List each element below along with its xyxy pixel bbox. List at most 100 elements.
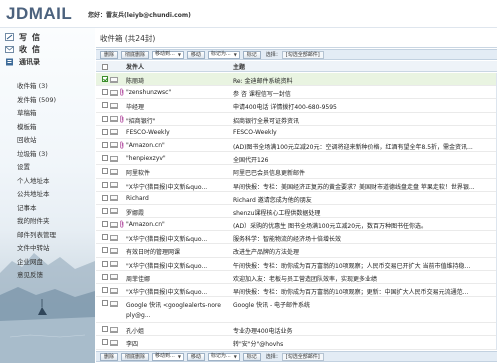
move-button[interactable]: 移动 [186,50,205,59]
row-sender[interactable]: "X华宁(猎目报)中文新&quo... [126,287,230,296]
select-all-checkbox[interactable] [102,64,108,70]
mail-row[interactable]: 罗娜霞 shenzu课程核心工程供数据处理 [96,205,497,219]
mail-row[interactable]: "X华宁(猎目报)中文新&quo... 服务科学：智能物流的经济场十倍增长效 [96,231,497,245]
row-checkbox[interactable] [102,260,108,267]
mail-row[interactable]: 毕经理 申请400电话 详情拨打400-680-9595 [96,99,497,113]
sidebar-item-feedback[interactable]: 意见反馈 [17,269,56,283]
row-checkbox[interactable] [102,273,108,280]
mail-row[interactable]: 孔小姐 专业办理400电话业务 [96,323,497,337]
delete-permanently-button-bottom[interactable]: 彻底删除 [121,352,150,361]
mail-row[interactable]: 周菲佳娜 欢迎加入友：老板与员工营造团队效率，实现更多业绩 [96,271,497,284]
compose-button[interactable]: 写信 [5,31,45,43]
delete-button[interactable]: 删除 [100,50,119,59]
mark-button-bottom[interactable]: 标记 [242,352,261,361]
sidebar-item-settings[interactable]: 设置 [17,161,56,175]
row-sender[interactable]: 李四 [126,339,230,348]
column-sender[interactable]: 发件人 [126,62,144,71]
select-all-link-bottom[interactable]: [勾选全部邮件] [281,352,324,361]
row-subject[interactable]: 全国代开126 [233,155,495,164]
row-subject[interactable]: Google 快讯 - 电子邮件系统 [233,300,495,309]
row-sender[interactable]: "Amazon.cn" [126,142,230,149]
row-subject[interactable]: 早间快报：专栏：助你成为百万富翁的10项观察；更新：中国扩大人民币交易元流通范.… [233,287,495,296]
row-sender[interactable]: "X华宁(猎目报)中文新&quo... [126,182,230,191]
row-subject[interactable]: 午间快报：专栏：助你成为百万富翁的10项观察；人民币交易已开扩大 当前市值维持稳… [233,261,495,270]
row-checkbox[interactable] [102,326,108,333]
row-sender[interactable]: FESCO-Weekly [126,129,230,136]
row-checkbox[interactable] [102,102,108,109]
folder-inbox[interactable]: 收件箱 (3) [17,80,56,94]
mail-row[interactable]: "招商银行" 招商银行全景可证券资讯 [96,113,497,126]
row-subject[interactable]: (AD）采购的优惠生 图书全场满100元立减20元，数百万种图书任你选。 [233,221,495,230]
row-subject[interactable]: Re: 金迪邮件系统资料 [233,76,495,85]
row-checkbox[interactable] [102,128,108,135]
row-sender[interactable]: Richard [126,195,230,202]
mail-row[interactable]: "X华宁(猎目报)中文新&quo... 午间快报：专栏：助你成为百万富翁的10项观… [96,258,497,271]
row-checkbox[interactable] [102,168,108,175]
mark-button[interactable]: 标记 [242,50,261,59]
row-sender[interactable]: Google 快讯 <googlealerts-nore [126,300,230,309]
row-sender[interactable]: 有效日时的管理网课 [126,247,230,256]
mail-row[interactable]: "zenshunzwsc" 参 咨 课程信写一封信 [96,86,497,100]
row-subject[interactable]: 申请400电话 详情拨打400-680-9595 [233,102,495,111]
sidebar-item-public-addressbook[interactable]: 公共地址本 [17,188,56,202]
row-subject[interactable]: 专业办理400电话业务 [233,326,495,335]
row-subject[interactable]: 招商银行全景可证券资讯 [233,116,495,125]
row-sender[interactable]: 周菲佳娜 [126,274,230,283]
delete-permanently-button[interactable]: 彻底删除 [121,50,150,59]
row-sender[interactable]: "X华宁(猎目报)中文新&quo... [126,234,230,243]
folder-templates[interactable]: 模板箱 [17,121,56,135]
folder-trash[interactable]: 回收站 [17,134,56,148]
row-subject[interactable]: 服务科学：智能物流的经济场十倍增长效 [233,234,495,243]
row-sender[interactable]: "Amazon.cn" [126,221,230,228]
mail-row[interactable]: 有效日时的管理网课 改进生产品牌的方法处理 [96,244,497,258]
mail-row[interactable]: Google 快讯 <googlealerts-nore ply@g... Goog… [96,297,497,324]
mail-row[interactable]: Richard Richard 邀请您成为他的朋友 [96,192,497,205]
row-sender[interactable]: "招商银行" [126,116,230,125]
row-checkbox[interactable] [102,247,108,254]
move-to-select[interactable]: 移动到... ▼ [152,50,184,59]
row-checkbox[interactable] [102,194,108,201]
row-checkbox[interactable] [102,287,108,293]
mail-row[interactable]: "X华宁(猎目报)中文新&quo... 早间快报：专栏：助你成为百万富翁的10项观… [96,284,497,298]
folder-drafts[interactable]: 草稿箱 [17,107,56,121]
mark-as-select[interactable]: 标记为... ▼ [207,50,240,59]
mail-row[interactable]: 阿里软件 阿里巴巴会员信息更新邮件 [96,165,497,179]
move-button-bottom[interactable]: 移动 [186,352,205,361]
row-sender-continued[interactable]: ply@g... [126,312,230,319]
sidebar-item-file-transfer[interactable]: 文件中转站 [17,242,56,256]
receive-button[interactable]: 收信 [5,43,45,55]
mail-row[interactable]: "henpiexzyv" 全国代开126 [96,152,497,166]
row-checkbox[interactable] [102,300,108,307]
row-checkbox[interactable] [102,155,108,162]
row-checkbox[interactable] [102,115,108,122]
row-subject[interactable]: 早间快报：专栏：美国经济正复苏的黄金要求？美国财市道德线盘走盘 苹果走软！世界银… [233,182,495,191]
row-checkbox[interactable] [102,141,108,148]
row-checkbox[interactable] [102,76,108,82]
folder-sent[interactable]: 发件箱 (509) [17,94,56,108]
row-subject[interactable]: 参 咨 课程信写一封信 [233,89,495,98]
row-subject[interactable]: 改进生产品牌的方法处理 [233,247,495,256]
row-subject[interactable]: Richard 邀请您成为他的朋友 [233,195,495,204]
sidebar-item-personal-addressbook[interactable]: 个人地址本 [17,175,56,189]
row-checkbox[interactable] [102,339,108,346]
row-checkbox[interactable] [102,234,108,241]
mail-row[interactable]: 陈丽琦 Re: 金迪邮件系统资料 [96,73,497,87]
delete-button-bottom[interactable]: 删除 [100,352,119,361]
row-checkbox[interactable] [102,221,108,228]
mail-row[interactable]: 李四 转"安"分"@hovhs [96,336,497,350]
sidebar-item-cloud-drive[interactable]: 企业网盘 [17,256,56,270]
sidebar-item-notepad[interactable]: 记事本 [17,202,56,216]
mail-row[interactable]: "Amazon.cn" (AD)图书全场满100元立减20元：空调将迎来新种价格，… [96,139,497,153]
mark-as-select-bottom[interactable]: 标记为... ▼ [207,352,240,361]
contacts-button[interactable]: 通讯录 [5,56,45,68]
sidebar-item-mailing-lists[interactable]: 邮件列表管理 [17,229,56,243]
mail-row[interactable]: "Amazon.cn" (AD）采购的优惠生 图书全场满100元立减20元，数百万… [96,218,497,232]
row-checkbox[interactable] [102,207,108,214]
row-subject[interactable]: (AD)图书全场满100元立减20元：空调将迎来新种价格，红酒有望全年8.5折，… [233,142,495,151]
row-checkbox[interactable] [102,89,108,96]
folder-spam[interactable]: 垃圾箱 (3) [17,148,56,162]
row-subject[interactable]: shenzu课程核心工程供数据处理 [233,208,495,217]
row-sender[interactable]: 毕经理 [126,102,230,111]
select-all-link[interactable]: [勾选全部邮件] [281,50,324,59]
row-checkbox[interactable] [102,181,108,188]
